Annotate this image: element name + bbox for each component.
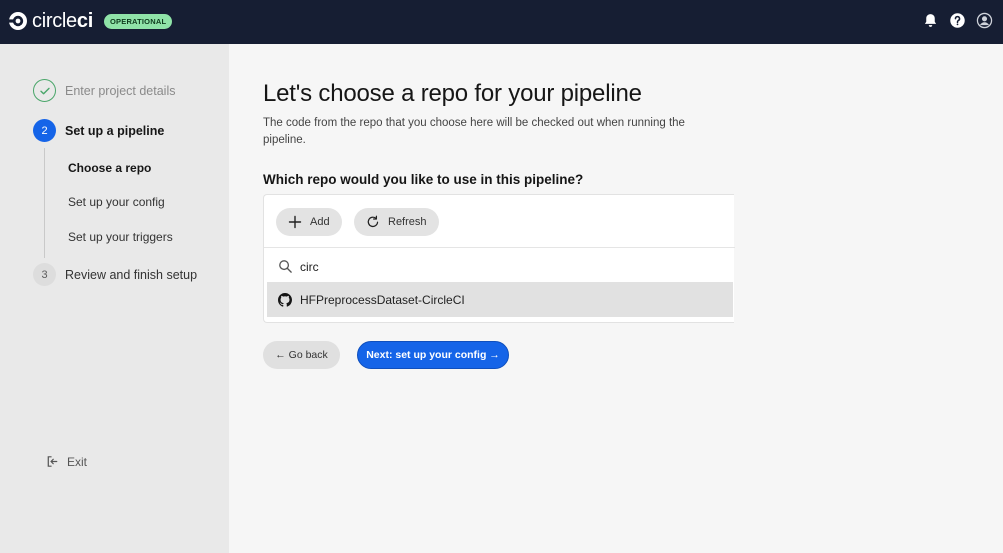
logo-text: circleci	[32, 10, 93, 32]
status-badge[interactable]: OPERATIONAL	[104, 14, 173, 29]
exit-label: Exit	[67, 454, 88, 469]
add-button[interactable]: Add	[276, 208, 342, 236]
circleci-logo-icon	[8, 12, 27, 30]
page-title: Let's choose a repo for your pipeline	[263, 80, 642, 107]
substep-set-up-triggers[interactable]: Set up your triggers	[68, 230, 173, 244]
refresh-button[interactable]: Refresh	[354, 208, 439, 236]
exit-button[interactable]: Exit	[45, 454, 87, 469]
help-icon[interactable]	[949, 12, 966, 29]
step-review-finish[interactable]: 3 Review and finish setup	[33, 263, 197, 286]
top-bar: circleci OPERATIONAL	[0, 0, 1003, 44]
divider	[264, 247, 735, 248]
circleci-logo[interactable]: circleci	[8, 10, 93, 32]
refresh-icon	[367, 215, 379, 228]
next-setup-config-button[interactable]: Next: set up your config →	[357, 341, 509, 369]
step-number: 2	[33, 119, 56, 142]
page-description: The code from the repo that you choose h…	[263, 117, 685, 146]
go-back-button[interactable]: ← Go back	[263, 341, 340, 369]
repo-picker-panel: Add Refresh HFPreprocessDataset-CircleCI	[263, 194, 735, 323]
repo-list-item[interactable]: HFPreprocessDataset-CircleCI	[267, 282, 733, 317]
step-complete-indicator	[33, 79, 56, 102]
substep-set-up-config[interactable]: Set up your config	[68, 195, 165, 209]
user-icon[interactable]	[976, 12, 993, 29]
substep-choose-repo[interactable]: Choose a repo	[68, 161, 151, 175]
check-icon	[39, 87, 50, 94]
repo-search-input[interactable]	[300, 259, 500, 274]
repo-name: HFPreprocessDataset-CircleCI	[300, 292, 465, 307]
exit-icon	[47, 456, 58, 467]
repo-question: Which repo would you like to use in this…	[263, 172, 584, 187]
search-icon	[279, 260, 292, 273]
github-icon	[278, 292, 292, 307]
add-label: Add	[310, 216, 330, 228]
repo-search	[278, 259, 500, 274]
step-label: Enter project details	[65, 83, 176, 98]
substep-connector-line	[44, 148, 45, 258]
plus-icon	[288, 215, 302, 229]
step-label: Set up a pipeline	[65, 123, 165, 138]
step-number: 3	[33, 263, 56, 286]
bell-icon[interactable]	[922, 12, 939, 29]
step-label: Review and finish setup	[65, 267, 198, 282]
step-enter-project-details[interactable]: Enter project details	[33, 79, 175, 102]
step-set-up-pipeline[interactable]: 2 Set up a pipeline	[33, 119, 164, 142]
refresh-label: Refresh	[388, 216, 427, 228]
top-icons	[922, 12, 993, 29]
